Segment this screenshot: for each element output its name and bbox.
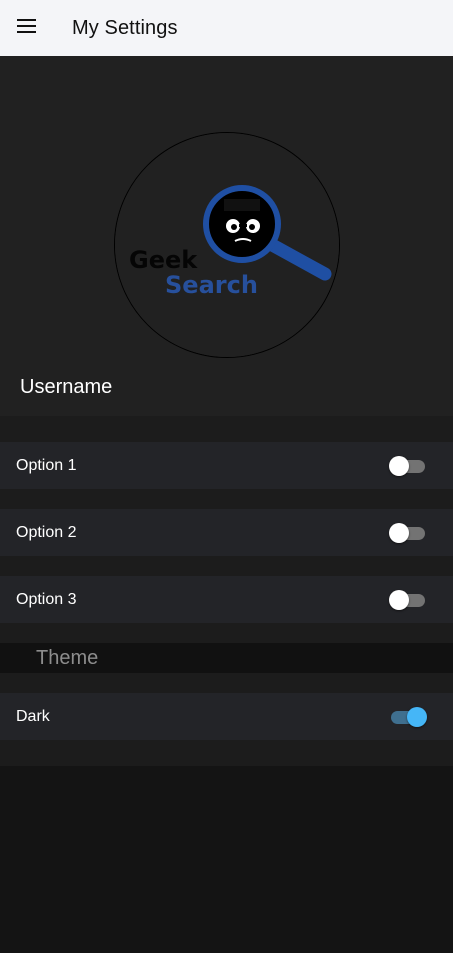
option-1-row[interactable]: Option 1 [0, 442, 453, 489]
settings-app: My Settings Geek Search Username Option … [0, 0, 453, 953]
theme-section-header: Theme [0, 643, 453, 673]
toolbar: My Settings [0, 0, 453, 56]
option-2-row[interactable]: Option 2 [0, 509, 453, 556]
page-title: My Settings [72, 17, 178, 39]
option-3-row[interactable]: Option 3 [0, 576, 453, 623]
option-2-toggle[interactable] [389, 522, 427, 544]
username-label: Username [20, 376, 113, 398]
logo-text-search: Search [165, 271, 258, 299]
dark-label: Dark [16, 707, 50, 725]
profile-header: Geek Search Username [0, 56, 453, 416]
hamburger-menu-icon[interactable] [17, 19, 39, 37]
theme-header-label: Theme [36, 647, 99, 669]
option-label: Option 3 [16, 590, 77, 608]
geek-search-logo: Geek Search [115, 133, 339, 357]
logo-text-geek: Geek [129, 246, 198, 274]
settings-list: Option 1 Option 2 Option 3 Theme Dark [0, 416, 453, 766]
avatar[interactable]: Geek Search [114, 132, 340, 358]
option-label: Option 2 [16, 523, 77, 541]
option-3-toggle[interactable] [389, 589, 427, 611]
dark-theme-row[interactable]: Dark [0, 693, 453, 740]
option-label: Option 1 [16, 456, 77, 474]
dark-theme-toggle[interactable] [389, 706, 427, 728]
option-1-toggle[interactable] [389, 455, 427, 477]
